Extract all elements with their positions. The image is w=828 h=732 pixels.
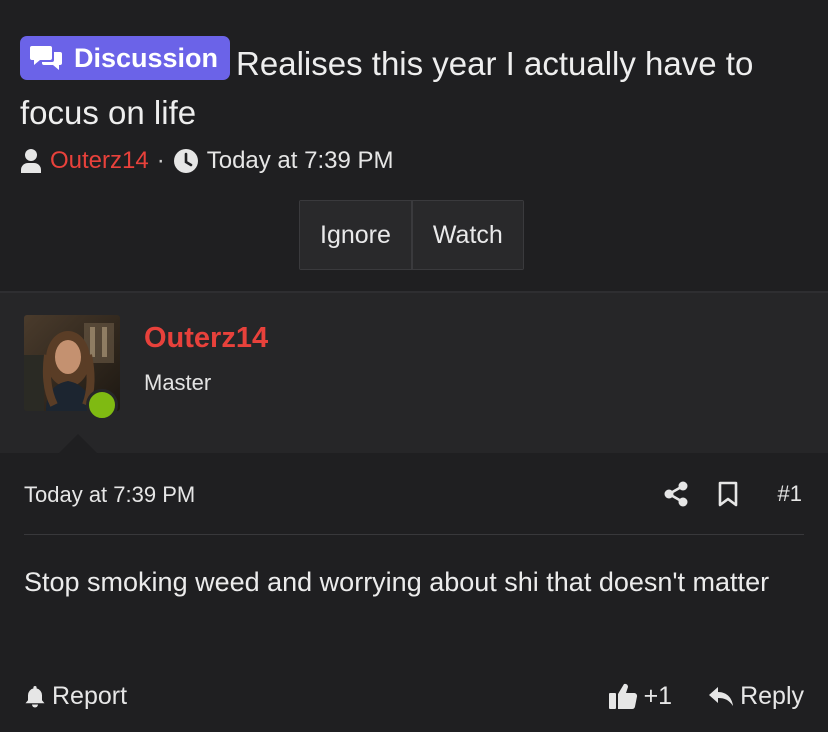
post-username[interactable]: Outerz14 bbox=[144, 322, 268, 355]
like-button[interactable]: +1 bbox=[608, 681, 673, 711]
bell-icon bbox=[25, 686, 45, 708]
thread-button-group: Ignore Watch bbox=[299, 200, 524, 270]
user-title: Master bbox=[144, 370, 212, 395]
online-status-indicator bbox=[86, 389, 118, 421]
reply-icon bbox=[709, 687, 734, 706]
prefix-label: Discussion bbox=[74, 43, 219, 73]
post-user-panel bbox=[0, 291, 828, 453]
share-button[interactable] bbox=[664, 481, 688, 507]
thread-time[interactable]: Today at 7:39 PM bbox=[207, 147, 394, 175]
meta-separator: · bbox=[156, 147, 165, 174]
thread-header: Discussion Realises this year I actually… bbox=[0, 0, 828, 291]
watch-button[interactable]: Watch bbox=[410, 201, 523, 269]
report-button[interactable]: Report bbox=[24, 682, 127, 711]
post-body: Today at 7:39 PM #1 Stop smoking weed an… bbox=[0, 453, 828, 732]
reply-button[interactable]: Reply bbox=[708, 682, 804, 711]
reply-label: Reply bbox=[740, 681, 804, 710]
thread-meta: Outerz14 · Today at 7:39 PM bbox=[20, 145, 394, 177]
post-footer: Report +1 Reply bbox=[24, 678, 804, 714]
post-message: Stop smoking weed and worrying about shi… bbox=[24, 567, 770, 597]
message-pointer bbox=[58, 434, 98, 454]
bookmark-icon bbox=[718, 481, 737, 507]
divider bbox=[24, 534, 804, 535]
clock-icon bbox=[173, 149, 198, 173]
bookmark-button[interactable] bbox=[718, 481, 738, 507]
ignore-button[interactable]: Ignore bbox=[300, 201, 411, 269]
thread-author-link[interactable]: Outerz14 bbox=[50, 147, 149, 175]
like-count: +1 bbox=[643, 681, 673, 710]
thread-title-block: Discussion Realises this year I actually… bbox=[20, 36, 810, 137]
report-label: Report bbox=[52, 681, 128, 710]
post-date[interactable]: Today at 7:39 PM bbox=[24, 482, 195, 508]
prefix-badge[interactable]: Discussion bbox=[20, 36, 231, 80]
chat-bubbles-icon bbox=[30, 46, 62, 70]
thumbs-up-icon bbox=[608, 683, 637, 710]
post-number-link[interactable]: #1 bbox=[778, 481, 802, 507]
post-actions-top: #1 bbox=[634, 479, 802, 509]
user-icon bbox=[21, 149, 41, 173]
share-icon bbox=[664, 481, 688, 507]
